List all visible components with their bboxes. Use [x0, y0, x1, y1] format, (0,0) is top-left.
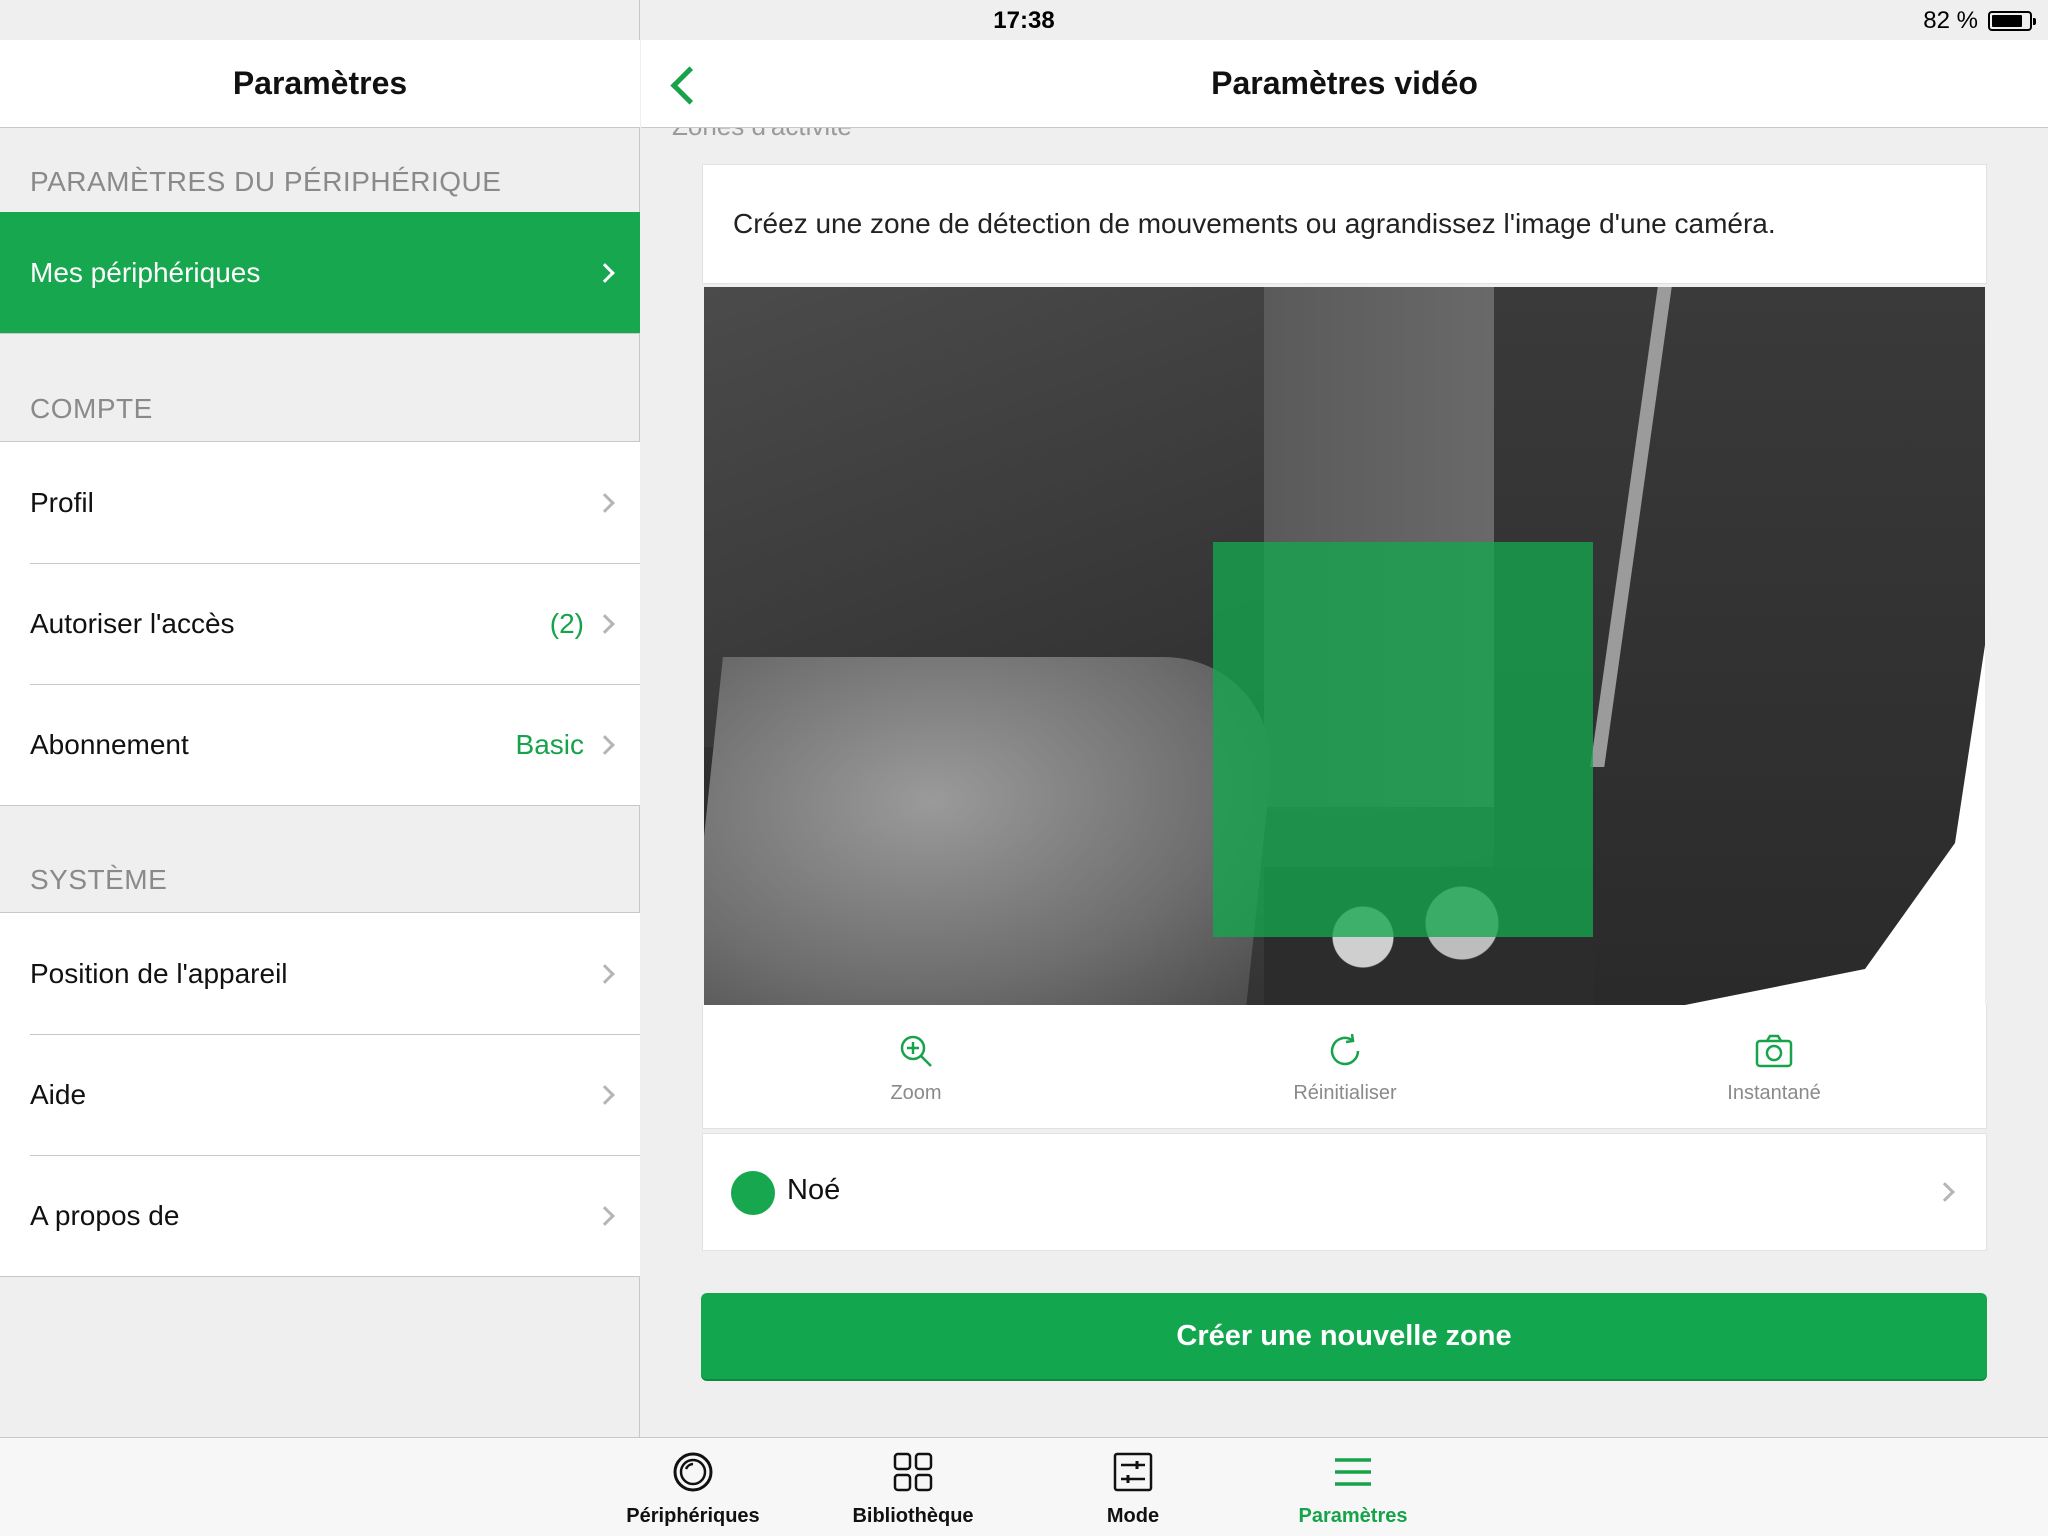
grid-icon: [893, 1452, 933, 1492]
chevron-right-icon: [595, 1084, 615, 1105]
sidebar-item-my-devices[interactable]: Mes périphériques: [0, 212, 640, 333]
sidebar-item-access[interactable]: Autoriser l'accès (2): [0, 563, 640, 684]
camera-lens-icon: [673, 1452, 713, 1492]
group-device: Mes périphériques: [0, 212, 640, 334]
section-title-device: PARAMÈTRES DU PÉRIPHÉRIQUE: [30, 166, 502, 197]
create-zone-button[interactable]: Créer une nouvelle zone: [701, 1293, 1987, 1379]
battery-percent: 82 %: [1923, 7, 1978, 34]
sidebar-item-device-position[interactable]: Position de l'appareil: [0, 913, 640, 1034]
tab-mode[interactable]: Mode: [1023, 1450, 1243, 1528]
zoom-in-icon: [900, 1035, 932, 1067]
sidebar-item-profile[interactable]: Profil: [0, 442, 640, 563]
chevron-right-icon: [595, 492, 615, 513]
status-right: 82 %: [1923, 7, 2036, 35]
camera-preview[interactable]: [704, 287, 1985, 1005]
motion-zone-overlay[interactable]: [1213, 542, 1593, 937]
subscription-plan: Basic: [515, 728, 584, 760]
tab-settings[interactable]: Paramètres: [1243, 1450, 1463, 1528]
tab-label: Paramètres: [1298, 1505, 1408, 1527]
sidebar-item-label: Aide: [30, 1078, 87, 1110]
sliders-icon: [1113, 1452, 1153, 1492]
sidebar-item-label: Autoriser l'accès: [30, 607, 235, 639]
tab-label: Bibliothèque: [852, 1505, 974, 1527]
zone-name: Noé: [787, 1174, 841, 1206]
zoom-label: Zoom: [890, 1082, 942, 1104]
snapshot-button[interactable]: Instantané: [1674, 1031, 1874, 1105]
chevron-right-icon: [595, 1205, 615, 1226]
tab-label: Périphériques: [626, 1505, 760, 1527]
sidebar-item-label: A propos de: [30, 1199, 180, 1231]
zone-list-item[interactable]: Noé: [702, 1133, 1987, 1251]
refresh-icon: [1330, 1033, 1360, 1066]
sidebar-item-label: Profil: [30, 486, 94, 518]
chevron-right-icon: [595, 734, 615, 755]
sidebar-title: Paramètres: [0, 40, 640, 128]
tab-bar: Périphériques Bibliothèque Mode Paramètr…: [0, 1437, 2048, 1536]
camera-actions: Zoom Réinitialiser Instantané: [702, 1005, 1987, 1129]
zone-color-dot: [731, 1171, 775, 1215]
chevron-right-icon: [595, 963, 615, 984]
access-count: (2): [549, 607, 584, 639]
section-title-system: SYSTÈME: [30, 864, 168, 895]
camera-scene-bed: [704, 657, 1283, 1005]
group-system: Position de l'appareil Aide A propos de: [0, 912, 640, 1277]
zone-description: Créez une zone de détection de mouvement…: [702, 164, 1987, 284]
tab-label: Mode: [1106, 1505, 1160, 1527]
chevron-right-icon: [595, 613, 615, 634]
sidebar-item-about[interactable]: A propos de: [0, 1155, 640, 1276]
zoom-button[interactable]: Zoom: [816, 1031, 1016, 1105]
sidebar-item-label: Abonnement: [30, 728, 189, 760]
tab-devices[interactable]: Périphériques: [583, 1450, 803, 1528]
back-button[interactable]: [664, 62, 704, 106]
camera-icon: [1755, 1034, 1793, 1068]
sidebar-item-label: Mes périphériques: [30, 256, 261, 288]
reset-label: Réinitialiser: [1293, 1082, 1397, 1104]
page-title: Paramètres vidéo: [641, 40, 2048, 128]
section-title-account: COMPTE: [30, 393, 153, 424]
reset-button[interactable]: Réinitialiser: [1245, 1031, 1445, 1105]
chevron-right-icon: [1935, 1182, 1955, 1202]
group-account: Profil Autoriser l'accès (2) Abonnement …: [0, 441, 640, 806]
sidebar-item-subscription[interactable]: Abonnement Basic: [0, 684, 640, 805]
sidebar-item-help[interactable]: Aide: [0, 1034, 640, 1155]
tab-library[interactable]: Bibliothèque: [803, 1450, 1023, 1528]
snapshot-label: Instantané: [1727, 1082, 1821, 1104]
battery-icon: [1988, 11, 2036, 31]
sidebar-item-label: Position de l'appareil: [30, 957, 288, 989]
menu-icon: [1335, 1458, 1371, 1486]
chevron-right-icon: [595, 262, 615, 283]
